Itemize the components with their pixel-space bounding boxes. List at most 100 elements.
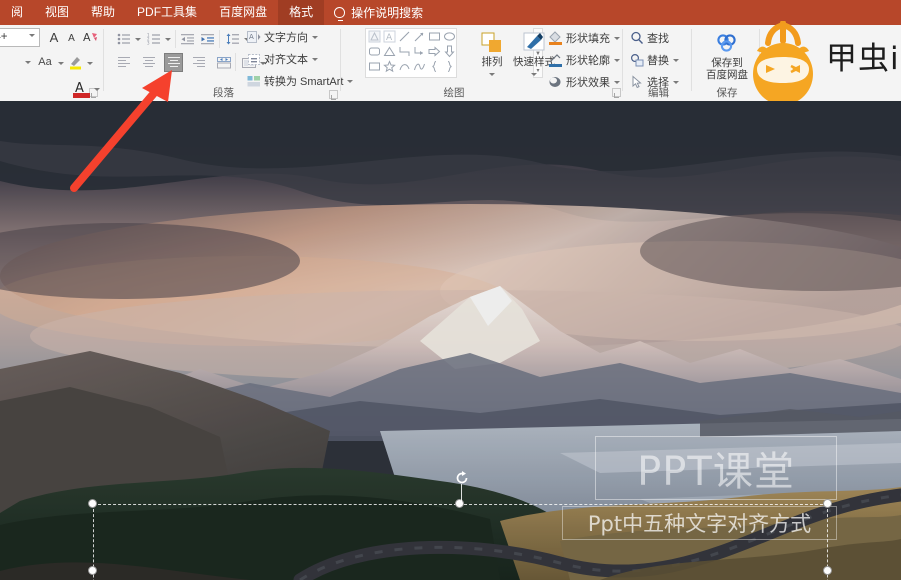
arrange-button[interactable]: 排列	[470, 29, 514, 79]
tab-format[interactable]: 格式	[278, 0, 325, 25]
align-center-button[interactable]	[139, 53, 158, 72]
shape-effects-caret[interactable]	[614, 80, 620, 84]
numbering-caret[interactable]	[164, 33, 172, 45]
shape-arc-icon[interactable]	[413, 60, 426, 73]
shape-fill-icon	[548, 31, 563, 45]
bullets-button[interactable]	[114, 29, 133, 48]
change-case-button[interactable]: Aa	[34, 53, 56, 70]
selection-handle-top-center[interactable]	[455, 499, 464, 508]
shape-flowchart-icon[interactable]	[368, 60, 381, 73]
shape-effects-label: 形状效果	[566, 77, 610, 89]
shape-arrow-icon[interactable]	[413, 30, 426, 43]
replace-command[interactable]: 替换	[629, 52, 679, 68]
shape-rounded-rect-icon[interactable]	[368, 45, 381, 58]
tab-help[interactable]: 帮助	[80, 0, 126, 25]
replace-caret[interactable]	[673, 58, 679, 62]
svg-text:3: 3	[147, 40, 150, 44]
paragraph-group: 1 2 3 A 文字方向 对齐文本 转换为 SmartArt 段落	[106, 25, 354, 101]
shapes-row-1: A	[366, 29, 456, 44]
tab-review-label: 阅	[11, 5, 24, 19]
selection-handle-middle-left[interactable]	[88, 566, 97, 575]
slide-canvas[interactable]: PPT课堂 Ppt中五种文字对齐方式	[0, 101, 901, 580]
align-left-button[interactable]	[114, 53, 133, 72]
decrease-indent-button[interactable]	[178, 29, 197, 48]
tab-baidu-netdisk[interactable]: 百度网盘	[208, 0, 278, 25]
selection-handle-top-right[interactable]	[823, 499, 832, 508]
rotation-handle[interactable]	[455, 471, 469, 485]
chevron-down-icon[interactable]	[29, 34, 35, 37]
selection-handle-middle-right[interactable]	[823, 566, 832, 575]
decrease-indent-icon	[180, 33, 194, 44]
shape-line-icon[interactable]	[398, 30, 411, 43]
shape-effects-command[interactable]: 形状效果	[548, 74, 620, 90]
highlight-caret[interactable]	[86, 57, 93, 69]
text-direction-caret[interactable]	[312, 35, 318, 39]
increase-indent-button[interactable]	[198, 29, 217, 48]
tab-review[interactable]: 阅	[0, 0, 34, 25]
rotation-handle-stem	[461, 484, 462, 504]
align-right-button[interactable]	[189, 53, 208, 72]
shape-fill-command[interactable]: 形状填充	[548, 30, 620, 46]
numbering-button[interactable]: 1 2 3	[144, 29, 163, 48]
slide-title-textbox[interactable]: PPT课堂	[595, 436, 837, 500]
align-text-caret[interactable]	[312, 57, 318, 61]
text-direction-command[interactable]: A 文字方向	[246, 29, 318, 45]
tab-view-label: 视图	[45, 5, 70, 19]
shape-oval-icon[interactable]	[443, 30, 456, 43]
grow-font-button[interactable]: A	[46, 29, 62, 46]
select-caret[interactable]	[673, 80, 679, 84]
paragraph-dialog-launcher[interactable]	[329, 90, 338, 100]
font-size-input[interactable]: 24+	[0, 28, 40, 47]
shape-outline-caret[interactable]	[614, 58, 620, 62]
svg-text:A: A	[83, 31, 91, 44]
shape-down-arrow-icon[interactable]	[443, 45, 456, 58]
shape-right-arrow-icon[interactable]	[428, 45, 441, 58]
shape-rectangle-icon[interactable]	[428, 30, 441, 43]
tab-pdf-toolkit[interactable]: PDF工具集	[126, 0, 208, 25]
grow-font-label: A	[49, 30, 59, 45]
align-center-selected-button[interactable]	[164, 53, 183, 72]
selection-handle-top-left[interactable]	[88, 499, 97, 508]
align-center-icon	[142, 57, 155, 68]
editing-group-label: 编辑	[648, 87, 669, 99]
shape-textbox-icon[interactable]: A	[383, 30, 396, 43]
selected-placeholder-frame[interactable]	[93, 504, 828, 580]
clear-formatting-icon: A	[83, 31, 97, 44]
text-highlight-button[interactable]	[66, 52, 86, 71]
align-text-label: 对齐文本	[264, 54, 308, 66]
bullets-caret[interactable]	[134, 33, 142, 45]
shape-star-icon[interactable]	[383, 60, 396, 73]
align-text-command[interactable]: 对齐文本	[246, 51, 318, 67]
shape-left-brace-icon[interactable]	[428, 60, 441, 73]
tab-view[interactable]: 视图	[34, 0, 80, 25]
find-command[interactable]: 查找	[629, 30, 669, 46]
tell-me-label: 操作说明搜索	[351, 6, 424, 20]
font-color-caret[interactable]	[93, 83, 100, 95]
font-more-caret[interactable]	[24, 55, 32, 69]
clear-formatting-button[interactable]: A	[82, 29, 100, 46]
numbering-icon: 1 2 3	[147, 33, 160, 45]
convert-smartart-caret[interactable]	[347, 79, 354, 83]
justify-button[interactable]	[214, 53, 233, 72]
shape-recently-used-icon[interactable]	[368, 30, 381, 43]
line-spacing-button[interactable]	[223, 29, 242, 48]
drawing-dialog-launcher[interactable]	[612, 88, 621, 98]
shape-triangle-icon[interactable]	[383, 45, 396, 58]
change-case-label: Aa	[38, 55, 52, 68]
shapes-gallery[interactable]: A	[365, 28, 457, 78]
font-color-button[interactable]: A	[70, 78, 92, 99]
powerpoint-window: 阅 视图 帮助 PDF工具集 百度网盘 格式 操作说明搜索 24+ A A	[0, 0, 901, 580]
quick-styles-caret[interactable]	[531, 73, 537, 76]
shape-right-brace-icon[interactable]	[443, 60, 456, 73]
shape-curve-icon[interactable]	[398, 60, 411, 73]
shape-elbow-connector-icon[interactable]	[398, 45, 411, 58]
change-case-caret[interactable]	[57, 57, 65, 69]
tell-me-search[interactable]: 操作说明搜索	[324, 0, 433, 25]
shape-elbow-arrow-icon[interactable]	[413, 45, 426, 58]
shape-outline-command[interactable]: 形状轮廓	[548, 52, 620, 68]
brand-title: 甲虫i	[826, 41, 900, 77]
arrange-label: 排列	[481, 56, 503, 68]
arrange-caret[interactable]	[489, 73, 495, 76]
shape-fill-caret[interactable]	[614, 36, 620, 40]
shrink-font-button[interactable]: A	[64, 30, 79, 46]
